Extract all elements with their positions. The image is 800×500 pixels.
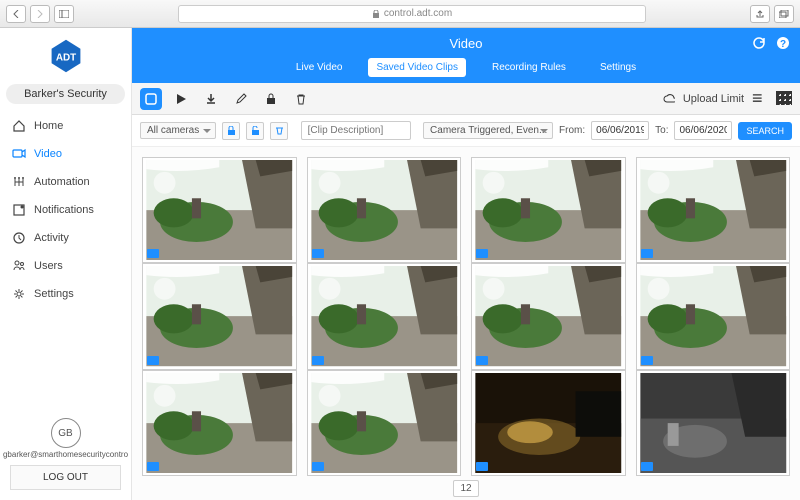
edit-button[interactable] xyxy=(230,88,252,110)
description-filter-input[interactable] xyxy=(301,121,411,140)
settings-icon xyxy=(12,287,26,301)
sidebar-toggle-button[interactable] xyxy=(54,5,74,23)
sidebar-item-notifications[interactable]: Notifications xyxy=(0,196,131,224)
page-title: Video xyxy=(449,36,482,51)
help-icon[interactable]: ? xyxy=(776,36,790,50)
video-clip[interactable] xyxy=(307,263,462,369)
sidebar-item-automation[interactable]: Automation xyxy=(0,168,131,196)
from-date-input[interactable] xyxy=(591,121,649,140)
sidebar-item-video[interactable]: Video xyxy=(0,140,131,168)
page-header: Video ? Live Video Saved Video Clips Recor… xyxy=(132,28,800,83)
sidebar-item-settings[interactable]: Settings xyxy=(0,280,131,308)
camera-badge-icon xyxy=(476,462,488,471)
video-clip[interactable] xyxy=(142,370,297,476)
notifications-icon xyxy=(12,203,26,217)
camera-badge-icon xyxy=(476,249,488,258)
nav-back-button[interactable] xyxy=(6,5,26,23)
video-clip[interactable] xyxy=(636,157,791,263)
svg-text:ADT: ADT xyxy=(55,53,75,64)
avatar[interactable]: GB xyxy=(51,418,81,448)
video-clip[interactable] xyxy=(307,370,462,476)
tab-settings[interactable]: Settings xyxy=(592,58,644,77)
to-date-input[interactable] xyxy=(674,121,732,140)
video-clip[interactable] xyxy=(636,263,791,369)
page-number[interactable]: 12 xyxy=(453,480,478,497)
list-view-button[interactable] xyxy=(752,91,772,107)
clips-grid xyxy=(132,147,800,476)
pagination: 12 xyxy=(132,476,800,500)
nav-forward-button[interactable] xyxy=(30,5,50,23)
activity-icon xyxy=(12,231,26,245)
user-email: gbarker@smarthomesecuritycontro xyxy=(0,450,131,459)
sidebar-item-users[interactable]: Users xyxy=(0,252,131,280)
users-icon xyxy=(12,259,26,273)
select-mode-button[interactable] xyxy=(140,88,162,110)
tab-live-video[interactable]: Live Video xyxy=(288,58,351,77)
video-clip[interactable] xyxy=(142,157,297,263)
camera-badge-icon xyxy=(147,462,159,471)
video-clip[interactable] xyxy=(142,263,297,369)
sidebar-item-activity[interactable]: Activity xyxy=(0,224,131,252)
from-label: From: xyxy=(559,125,585,136)
video-clip[interactable] xyxy=(307,157,462,263)
video-clip[interactable] xyxy=(471,157,626,263)
camera-badge-icon xyxy=(312,356,324,365)
deleted-filter-button[interactable] xyxy=(270,122,288,140)
share-button[interactable] xyxy=(750,5,770,23)
camera-badge-icon xyxy=(641,462,653,471)
camera-badge-icon xyxy=(476,356,488,365)
camera-filter-dropdown[interactable]: All cameras xyxy=(140,122,216,139)
cloud-icon xyxy=(663,93,675,105)
protected-filter-button[interactable] xyxy=(222,122,240,140)
logout-button[interactable]: LOG OUT xyxy=(10,465,121,490)
tabs-button[interactable] xyxy=(774,5,794,23)
browser-chrome: control.adt.com xyxy=(0,0,800,28)
trigger-filter-dropdown[interactable]: Camera Triggered, Even... xyxy=(423,122,553,139)
svg-text:?: ? xyxy=(780,39,786,50)
camera-badge-icon xyxy=(641,356,653,365)
url-text: control.adt.com xyxy=(384,8,452,19)
upload-limit-label[interactable]: Upload Limit xyxy=(683,93,744,105)
video-clip[interactable] xyxy=(636,370,791,476)
main-panel: Video ? Live Video Saved Video Clips Recor… xyxy=(132,28,800,500)
play-button[interactable] xyxy=(170,88,192,110)
account-name[interactable]: Barker's Security xyxy=(6,84,125,104)
lock-icon xyxy=(372,10,380,18)
camera-badge-icon xyxy=(312,249,324,258)
sidebar: ADT Barker's Security HomeVideoAutomatio… xyxy=(0,28,132,500)
camera-badge-icon xyxy=(147,356,159,365)
sidebar-item-home[interactable]: Home xyxy=(0,112,131,140)
lock-button[interactable] xyxy=(260,88,282,110)
filter-bar: All cameras Camera Triggered, Even... Fr… xyxy=(132,115,800,147)
camera-badge-icon xyxy=(312,462,324,471)
tab-recording-rules[interactable]: Recording Rules xyxy=(484,58,574,77)
home-icon xyxy=(12,119,26,133)
automation-icon xyxy=(12,175,26,189)
grid-view-button[interactable] xyxy=(776,91,792,105)
camera-badge-icon xyxy=(147,249,159,258)
download-button[interactable] xyxy=(200,88,222,110)
video-icon xyxy=(12,147,26,161)
refresh-icon[interactable] xyxy=(752,36,766,50)
camera-badge-icon xyxy=(641,249,653,258)
video-clip[interactable] xyxy=(471,370,626,476)
address-bar[interactable]: control.adt.com xyxy=(178,5,646,23)
unprotected-filter-button[interactable] xyxy=(246,122,264,140)
video-clip[interactable] xyxy=(471,263,626,369)
clip-toolbar: Upload Limit xyxy=(132,83,800,115)
tab-saved-video-clips[interactable]: Saved Video Clips xyxy=(368,58,466,77)
delete-button[interactable] xyxy=(290,88,312,110)
header-tabs: Live Video Saved Video Clips Recording Rul… xyxy=(132,58,800,83)
adt-logo: ADT xyxy=(48,38,84,74)
to-label: To: xyxy=(655,125,668,136)
search-button[interactable]: SEARCH xyxy=(738,122,792,140)
